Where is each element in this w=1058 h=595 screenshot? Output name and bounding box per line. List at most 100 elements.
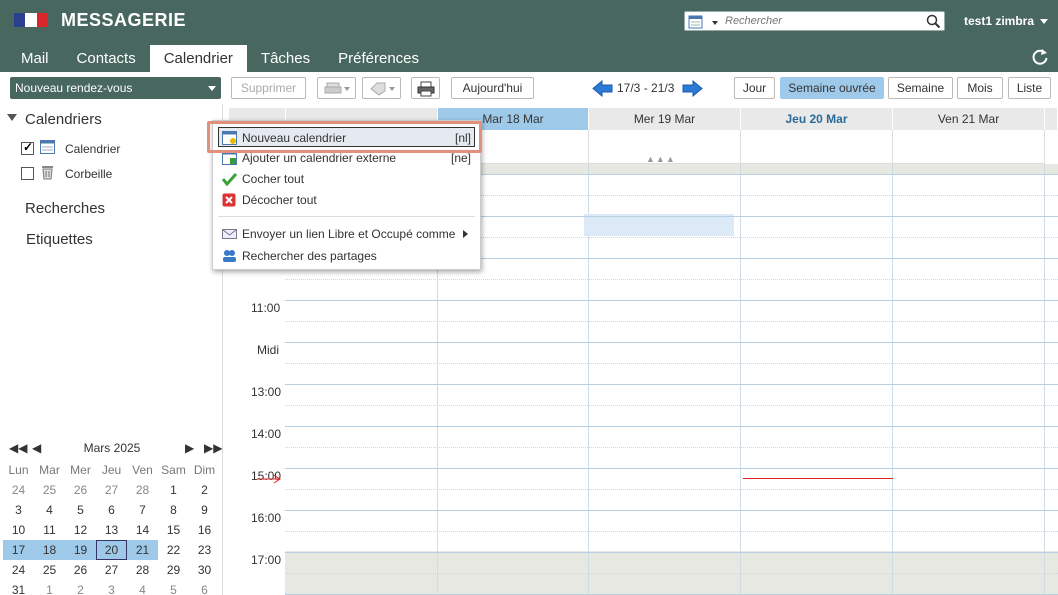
mini-calendar-day[interactable]: 3 — [3, 500, 34, 520]
print-button[interactable] — [411, 77, 440, 99]
tab-preferences[interactable]: Préférences — [324, 45, 433, 72]
mini-calendar-day[interactable]: 1 — [158, 480, 189, 500]
mini-calendar-day[interactable]: 27 — [96, 560, 127, 580]
mini-calendar-day[interactable]: 29 — [158, 560, 189, 580]
tab-mail[interactable]: Mail — [7, 45, 63, 72]
mini-calendar-day[interactable]: 1 — [34, 580, 65, 595]
allday-cell[interactable]: ▲▲▲ — [589, 130, 741, 164]
mini-calendar-day[interactable]: 10 — [3, 520, 34, 540]
top-bar: MESSAGERIE test1 zimbra MailContactsCale… — [0, 0, 1058, 72]
menu-item-send-free-busy-link[interactable]: Envoyer un lien Libre et Occupé comme — [213, 224, 480, 244]
calendar-name[interactable]: Calendrier — [65, 142, 120, 156]
allday-cell[interactable] — [741, 130, 893, 164]
mini-calendar-day[interactable]: 5 — [65, 500, 96, 520]
collapse-triangle-icon[interactable] — [7, 114, 17, 121]
tags-header[interactable]: Etiquettes — [26, 231, 93, 248]
mini-calendar-day[interactable]: 15 — [158, 520, 189, 540]
mini-calendar-day[interactable]: 26 — [65, 560, 96, 580]
mini-calendar-day[interactable]: 7 — [127, 500, 158, 520]
mini-calendar-day[interactable]: 24 — [3, 560, 34, 580]
mini-calendar-day[interactable]: 16 — [189, 520, 220, 540]
resize-handle-icon[interactable]: ▲▲▲ — [646, 154, 676, 164]
menu-item-check-all[interactable]: Cocher tout — [213, 169, 480, 189]
mini-calendar-day[interactable]: 14 — [127, 520, 158, 540]
half-hour-line — [285, 447, 1058, 448]
view-day-button[interactable]: Jour — [734, 77, 775, 99]
chevron-down-icon — [343, 86, 350, 91]
half-hour-line — [285, 321, 1058, 322]
mini-calendar-day[interactable]: 23 — [189, 540, 220, 560]
day-header-wed[interactable]: Mer 19 Mar — [589, 108, 741, 130]
next-arrow-icon[interactable] — [681, 80, 703, 97]
trash-checkbox[interactable] — [21, 167, 34, 180]
view-workweek-button[interactable]: Semaine ouvrée — [780, 77, 884, 99]
view-list-button[interactable]: Liste — [1008, 77, 1051, 99]
previous-arrow-icon[interactable] — [592, 80, 614, 97]
mini-calendar-day[interactable]: 2 — [189, 480, 220, 500]
mini-calendar-day[interactable]: 12 — [65, 520, 96, 540]
calendars-header[interactable]: Calendriers — [25, 111, 102, 128]
weekday-label: Mer — [70, 463, 91, 477]
search-input[interactable] — [725, 13, 921, 29]
mini-calendar-day[interactable]: 30 — [189, 560, 220, 580]
new-appointment-button[interactable]: Nouveau rendez-vous — [10, 77, 221, 99]
refresh-icon[interactable] — [1031, 48, 1049, 66]
next-month-icon[interactable]: ▶ — [185, 441, 194, 455]
mini-calendar-day[interactable]: 11 — [34, 520, 65, 540]
day-header-fri[interactable]: Ven 21 Mar — [893, 108, 1045, 130]
view-week-button[interactable]: Semaine — [888, 77, 953, 99]
trash-name[interactable]: Corbeille — [65, 167, 112, 181]
user-menu[interactable]: test1 zimbra — [964, 14, 1049, 28]
print-options-button[interactable] — [317, 77, 356, 99]
mini-calendar-day[interactable]: 28 — [127, 560, 158, 580]
chevron-down-icon[interactable] — [208, 86, 216, 91]
tab-contacts[interactable]: Contacts — [63, 45, 150, 72]
search-icon[interactable] — [926, 14, 941, 29]
mini-calendar-day[interactable]: 27 — [96, 480, 127, 500]
hour-label: 16:00 — [251, 511, 282, 525]
today-button[interactable]: Aujourd'hui — [451, 77, 534, 99]
day-header-thu[interactable]: Jeu 20 Mar — [741, 108, 893, 130]
user-name: test1 zimbra — [964, 14, 1035, 28]
mini-calendar-day[interactable]: 18 — [34, 540, 65, 560]
external-calendar-icon — [222, 151, 237, 165]
tab-calendar[interactable]: Calendrier — [149, 45, 247, 72]
mini-calendar-day[interactable]: 24 — [3, 480, 34, 500]
mini-calendar-day[interactable]: 28 — [127, 480, 158, 500]
searches-header[interactable]: Recherches — [25, 200, 105, 217]
mini-calendar-day[interactable]: 4 — [127, 580, 158, 595]
next-year-icon[interactable]: ▶▶ — [204, 441, 222, 455]
mini-calendar-day[interactable]: 19 — [65, 540, 96, 560]
mini-calendar-day[interactable]: 22 — [158, 540, 189, 560]
menu-separator — [218, 216, 475, 217]
mini-calendar-day[interactable]: 21 — [127, 540, 158, 560]
mini-calendar-day[interactable]: 3 — [96, 580, 127, 595]
mini-calendar-day[interactable]: 13 — [96, 520, 127, 540]
mini-calendar-day[interactable]: 5 — [158, 580, 189, 595]
mini-calendar-day[interactable]: 9 — [189, 500, 220, 520]
mini-calendar-day[interactable]: 17 — [3, 540, 34, 560]
mini-calendar-day[interactable]: 25 — [34, 560, 65, 580]
mini-calendar-day[interactable]: 25 — [34, 480, 65, 500]
menu-item-find-shares[interactable]: Rechercher des partages — [213, 246, 480, 266]
allday-cell[interactable] — [893, 130, 1045, 164]
mini-calendar-day[interactable]: 6 — [96, 500, 127, 520]
search-scope-selector[interactable] — [688, 15, 722, 29]
view-month-button[interactable]: Mois — [957, 77, 1003, 99]
calendar-checkbox[interactable] — [21, 140, 34, 155]
mini-calendar-day[interactable]: 26 — [65, 480, 96, 500]
hour-line — [285, 300, 1058, 301]
menu-item-label: Envoyer un lien Libre et Occupé comme — [242, 227, 456, 241]
mini-calendar-day[interactable]: 20 — [96, 540, 127, 560]
close-icon — [222, 193, 236, 207]
menu-item-uncheck-all[interactable]: Décocher tout — [213, 190, 480, 210]
tag-button[interactable] — [362, 77, 401, 99]
search-box[interactable] — [684, 11, 945, 31]
mini-calendar-day[interactable]: 8 — [158, 500, 189, 520]
mini-calendar-day[interactable]: 31 — [3, 580, 34, 595]
mini-calendar-day[interactable]: 2 — [65, 580, 96, 595]
mini-calendar-day[interactable]: 4 — [34, 500, 65, 520]
tab-tasks[interactable]: Tâches — [247, 45, 324, 72]
mini-calendar-day[interactable]: 6 — [189, 580, 220, 595]
delete-button[interactable]: Supprimer — [231, 77, 306, 99]
